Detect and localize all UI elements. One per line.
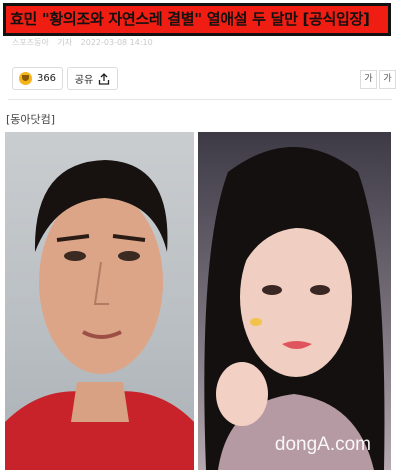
meta-source: 스포츠동아 [12,38,49,47]
share-label: 공유 [74,75,94,86]
like-button[interactable]: 366 [12,67,63,90]
portrait-man-illustration [5,160,194,470]
like-count: 366 [36,73,57,84]
font-size-increase-button[interactable]: 가 [379,70,396,89]
article-photo-left [5,132,194,470]
divider [8,99,392,100]
article-headline: 효민 "황의조와 자연스레 결별" 열애설 두 달만 [공식입장] [3,3,391,36]
article-meta: 스포츠동아 기자 2022-03-08 14:10 [12,37,159,48]
meta-author: 기자 [57,38,73,47]
font-size-decrease-button[interactable]: 가 [360,70,377,89]
like-emoji-icon [18,72,32,85]
photo-watermark: dongA.com [274,434,371,455]
source-label: [동아닷컴] [6,113,56,126]
share-button[interactable]: 공유 [67,67,118,90]
article-photo-right: dongA.com [198,132,391,470]
share-icon [99,72,110,85]
portrait-woman-illustration [204,147,385,470]
meta-date: 2022-03-08 14:10 [80,38,153,47]
